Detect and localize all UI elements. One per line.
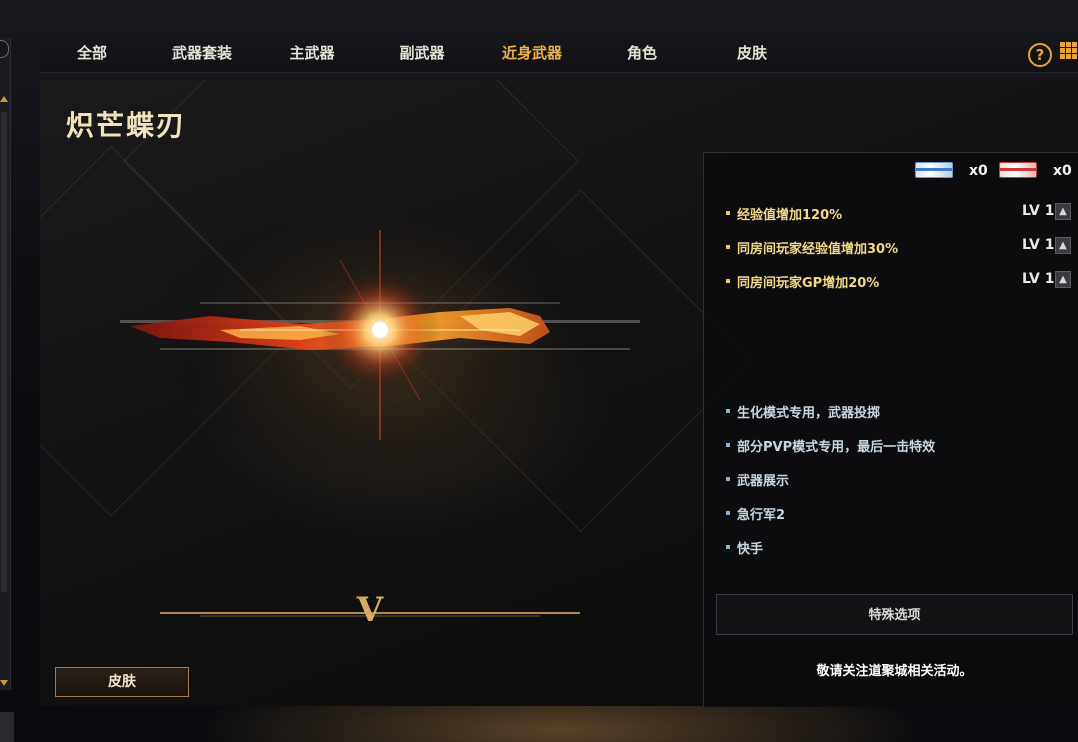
tab-all[interactable]: 全部 <box>72 34 112 72</box>
feature-text: 武器展示 <box>737 474 790 489</box>
special-options-button[interactable]: 特殊选项 <box>716 594 1073 635</box>
feature-item: 武器展示 <box>726 468 1066 490</box>
blue-ticket-icon <box>915 162 953 178</box>
weapon-title: 炽芒蝶刃 <box>66 109 187 142</box>
tab-secondary-weapons[interactable]: 副武器 <box>396 34 448 72</box>
buff-text: 同房间玩家GP增加20% <box>737 276 880 291</box>
buff-text: 同房间玩家经验值增加30% <box>737 242 899 257</box>
grid-menu-icon[interactable] <box>1060 42 1078 64</box>
bullet-icon <box>726 477 730 481</box>
skin-button[interactable]: 皮肤 <box>55 667 189 697</box>
feature-text: 生化模式专用，武器投掷 <box>737 406 881 421</box>
buff-row: 经验值增加120% LV 1 ▲ <box>726 202 1071 224</box>
buff-level: LV 1 <box>1022 237 1055 253</box>
buff-row: 同房间玩家GP增加20% LV 1 ▲ <box>726 270 1071 292</box>
feature-text: 急行军2 <box>737 508 786 523</box>
bullet-icon <box>726 545 730 549</box>
buff-level: LV 1 <box>1022 203 1055 219</box>
bullet-icon <box>726 279 730 283</box>
red-ticket-count: x0 <box>1053 163 1072 179</box>
level-up-arrow-icon[interactable]: ▲ <box>1055 203 1071 220</box>
tab-primary-weapons[interactable]: 主武器 <box>286 34 338 72</box>
tab-characters[interactable]: 角色 <box>624 34 660 72</box>
buff-text: 经验值增加120% <box>737 208 843 223</box>
tab-weapon-sets[interactable]: 武器套装 <box>168 34 236 72</box>
buff-level: LV 1 <box>1022 271 1055 287</box>
feature-item: 快手 <box>726 536 1066 558</box>
feature-item: 部分PVP模式专用，最后一击特效 <box>726 434 1066 456</box>
bullet-icon <box>726 211 730 215</box>
weapon-image[interactable] <box>40 220 700 460</box>
bullet-icon <box>726 409 730 413</box>
rank-mark: V <box>356 590 384 625</box>
weapon-info-panel: x0 x0 经验值增加120% LV 1 ▲ 同房间玩家经验值增加30% LV … <box>703 152 1078 707</box>
category-tab-bar: 全部 武器套装 主武器 副武器 近身武器 角色 皮肤 <box>40 34 1078 73</box>
event-notice: 敬请关注道聚城相关活动。 <box>816 664 973 679</box>
bottom-left-edge <box>0 712 14 742</box>
tab-skins[interactable]: 皮肤 <box>734 34 770 72</box>
buff-row: 同房间玩家经验值增加30% LV 1 ▲ <box>726 236 1071 258</box>
scroll-up-icon[interactable] <box>0 96 8 102</box>
bullet-icon <box>726 443 730 447</box>
feature-text: 部分PVP模式专用，最后一击特效 <box>737 440 936 455</box>
level-up-arrow-icon[interactable]: ▲ <box>1055 237 1071 254</box>
panel-toggle-icon[interactable] <box>0 40 9 58</box>
blue-ticket-count: x0 <box>969 163 988 179</box>
bullet-icon <box>726 511 730 515</box>
tab-melee-weapons[interactable]: 近身武器 <box>498 34 566 72</box>
bullet-icon <box>726 245 730 249</box>
feature-text: 快手 <box>737 542 764 557</box>
left-side-panel <box>0 38 11 690</box>
feature-item: 生化模式专用，武器投掷 <box>726 400 1066 422</box>
red-ticket-icon <box>999 162 1037 178</box>
help-icon[interactable]: ? <box>1028 43 1052 67</box>
scroll-down-icon[interactable] <box>0 680 8 686</box>
feature-item: 急行军2 <box>726 502 1066 524</box>
rank-emblem: V <box>160 590 580 625</box>
level-up-arrow-icon[interactable]: ▲ <box>1055 271 1071 288</box>
scrollbar-track[interactable] <box>1 112 7 592</box>
